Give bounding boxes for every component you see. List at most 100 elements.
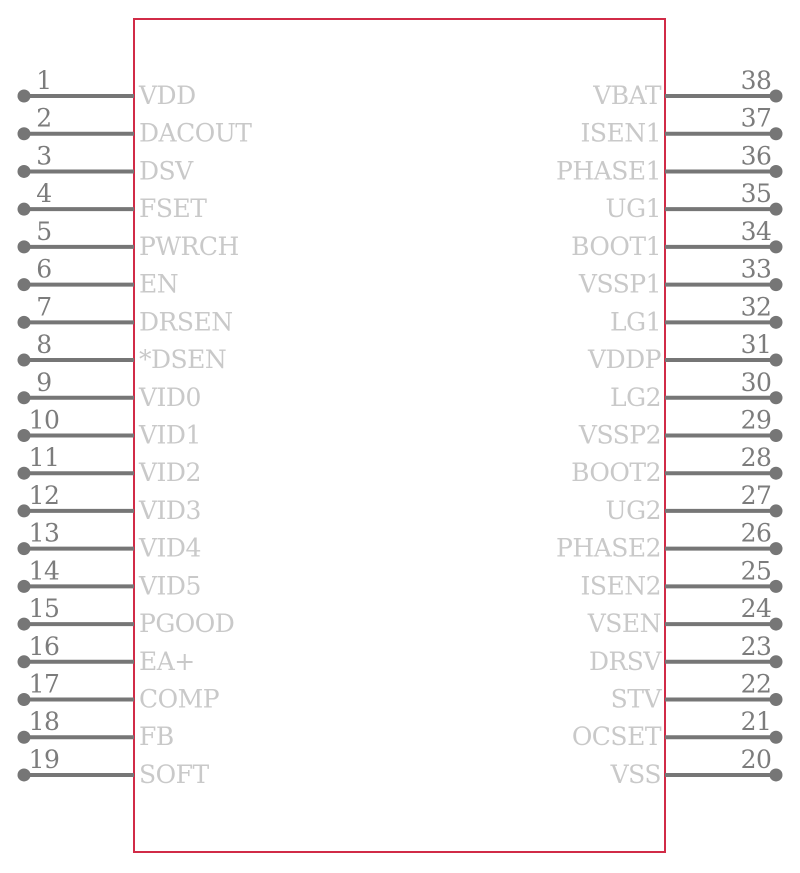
pin-name-label: DRSEN — [139, 307, 233, 336]
pin-number-label: 36 — [741, 141, 772, 170]
pin-number-label: 21 — [741, 707, 772, 736]
pin-number-label: 30 — [741, 368, 772, 397]
pin-19[interactable]: SOFT 19 — [17, 745, 210, 789]
pin-20[interactable]: VSS 20 — [610, 745, 783, 789]
pin-name-label: BOOT2 — [571, 458, 661, 487]
pin-terminal-dot[interactable] — [769, 89, 783, 103]
pin-name-label: ISEN2 — [580, 571, 661, 600]
pin-terminal-dot[interactable] — [17, 127, 31, 141]
pin-number-label: 6 — [36, 255, 51, 284]
pin-terminal-dot[interactable] — [17, 315, 31, 329]
pin-number-label: 22 — [741, 670, 772, 699]
pin-terminal-dot[interactable] — [769, 504, 783, 518]
pin-name-label: DRSV — [589, 647, 662, 676]
pin-number-label: 15 — [29, 594, 60, 623]
pin-terminal-dot[interactable] — [17, 353, 31, 367]
pin-terminal-dot[interactable] — [769, 693, 783, 707]
pin-number-label: 33 — [741, 255, 772, 284]
pin-name-label: *DSEN — [139, 345, 226, 374]
pin-name-label: PHASE1 — [556, 156, 661, 185]
pin-terminal-dot[interactable] — [769, 127, 783, 141]
pin-number-label: 7 — [36, 292, 51, 321]
pin-terminal-dot[interactable] — [769, 353, 783, 367]
pin-name-label: UG2 — [606, 496, 661, 525]
pin-number-label: 29 — [741, 405, 772, 434]
pin-terminal-dot[interactable] — [17, 240, 31, 254]
pin-name-label: FSET — [139, 194, 207, 223]
pin-name-label: VID0 — [138, 383, 201, 412]
pin-name-label: EN — [139, 270, 178, 299]
pin-terminal-dot[interactable] — [769, 240, 783, 254]
pin-name-label: VID1 — [138, 420, 201, 449]
pin-number-label: 24 — [741, 594, 772, 623]
pin-name-label: DACOUT — [139, 119, 252, 148]
pin-terminal-dot[interactable] — [769, 466, 783, 480]
pin-number-label: 38 — [741, 66, 772, 95]
pin-number-label: 8 — [36, 330, 51, 359]
pin-number-label: 10 — [29, 405, 60, 434]
pin-terminal-dot[interactable] — [17, 164, 31, 178]
pin-number-label: 34 — [741, 217, 772, 246]
pin-number-label: 2 — [36, 104, 51, 133]
pin-name-label: VSS — [610, 760, 661, 789]
pin-number-label: 25 — [741, 556, 772, 585]
pin-name-label: ISEN1 — [580, 119, 661, 148]
pin-terminal-dot[interactable] — [17, 391, 31, 405]
pin-number-label: 18 — [29, 707, 60, 736]
pin-terminal-dot[interactable] — [769, 164, 783, 178]
pin-name-label: LG1 — [610, 307, 661, 336]
pin-number-label: 37 — [741, 104, 772, 133]
pin-terminal-dot[interactable] — [769, 315, 783, 329]
pin-name-label: VSEN — [587, 609, 661, 638]
pin-terminal-dot[interactable] — [769, 768, 783, 782]
pin-number-label: 31 — [741, 330, 772, 359]
pin-name-label: VDDP — [587, 345, 661, 374]
pin-terminal-dot[interactable] — [769, 730, 783, 744]
pin-number-label: 26 — [741, 519, 772, 548]
pin-number-label: 17 — [29, 670, 60, 699]
pin-number-label: 13 — [29, 519, 60, 548]
pin-number-label: 27 — [741, 481, 772, 510]
pin-name-label: LG2 — [610, 383, 661, 412]
pin-number-label: 28 — [741, 443, 772, 472]
pin-terminal-dot[interactable] — [769, 617, 783, 631]
pin-name-label: VDD — [138, 81, 196, 110]
schematic-symbol-canvas: VDD 1 DACOUT 2 DSV 3 FSET 4 PWRCH 5 EN 6 DRSEN 7 *DSEN… — [0, 0, 800, 873]
pin-name-label: VID3 — [138, 496, 201, 525]
pin-terminal-dot[interactable] — [769, 655, 783, 669]
pin-number-label: 12 — [29, 481, 60, 510]
pin-name-label: VSSP2 — [578, 420, 661, 449]
pin-number-label: 32 — [741, 292, 772, 321]
pin-number-label: 1 — [36, 66, 51, 95]
pin-terminal-dot[interactable] — [769, 391, 783, 405]
pin-terminal-dot[interactable] — [769, 202, 783, 216]
pin-name-label: VSSP1 — [578, 270, 661, 299]
pin-name-label: COMP — [139, 685, 219, 714]
pin-terminal-dot[interactable] — [17, 278, 31, 292]
pin-name-label: PGOOD — [139, 609, 234, 638]
pin-terminal-dot[interactable] — [17, 202, 31, 216]
pin-number-label: 20 — [741, 745, 772, 774]
pin-terminal-dot[interactable] — [769, 428, 783, 442]
pin-name-label: OCSET — [572, 722, 662, 751]
pin-name-label: STV — [611, 685, 663, 714]
pin-number-label: 16 — [29, 632, 60, 661]
pin-number-label: 9 — [36, 368, 51, 397]
pin-name-label: BOOT1 — [571, 232, 661, 261]
pin-name-label: UG1 — [606, 194, 661, 223]
right-pin-group: VBAT 38 ISEN1 37 PHASE1 36 UG1 35 BOOT1 34 VSSP1 33… — [556, 66, 783, 789]
pin-name-label: SOFT — [139, 760, 209, 789]
pin-terminal-dot[interactable] — [769, 278, 783, 292]
pin-name-label: VID4 — [138, 534, 201, 563]
pin-number-label: 14 — [29, 556, 60, 585]
pin-terminal-dot[interactable] — [17, 89, 31, 103]
pin-terminal-dot[interactable] — [769, 542, 783, 556]
pin-number-label: 3 — [36, 141, 51, 170]
pin-terminal-dot[interactable] — [769, 579, 783, 593]
pin-name-label: VID5 — [138, 571, 201, 600]
pin-number-label: 11 — [29, 443, 60, 472]
pin-name-label: DSV — [139, 156, 194, 185]
pin-number-label: 4 — [36, 179, 51, 208]
pin-number-label: 23 — [741, 632, 772, 661]
pin-name-label: VBAT — [592, 81, 662, 110]
